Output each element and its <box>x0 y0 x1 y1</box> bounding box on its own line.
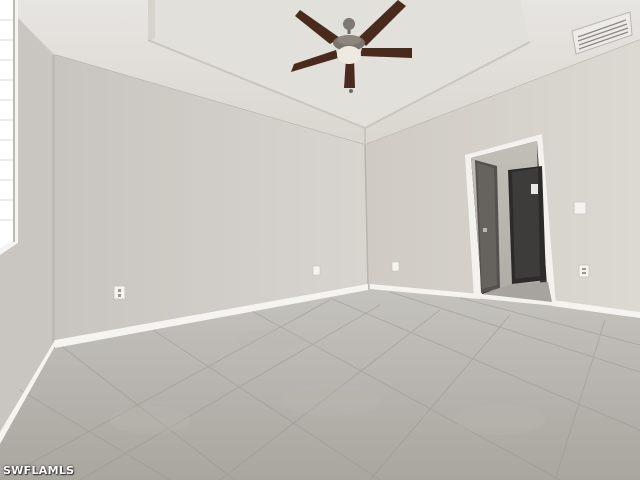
doorway <box>465 134 556 306</box>
outlet-right <box>578 264 590 278</box>
window-blinds <box>0 0 18 255</box>
room-photo: SWFLAMLS <box>0 0 640 480</box>
pull-chain <box>349 89 353 93</box>
door-handle <box>483 228 487 232</box>
hallway-light <box>531 184 538 194</box>
light-switch <box>573 201 587 215</box>
outlet-left-1 <box>312 265 321 276</box>
outlet-back-wall <box>391 261 400 272</box>
watermark: SWFLAMLS <box>3 464 75 477</box>
outlet-left-2 <box>113 285 126 300</box>
